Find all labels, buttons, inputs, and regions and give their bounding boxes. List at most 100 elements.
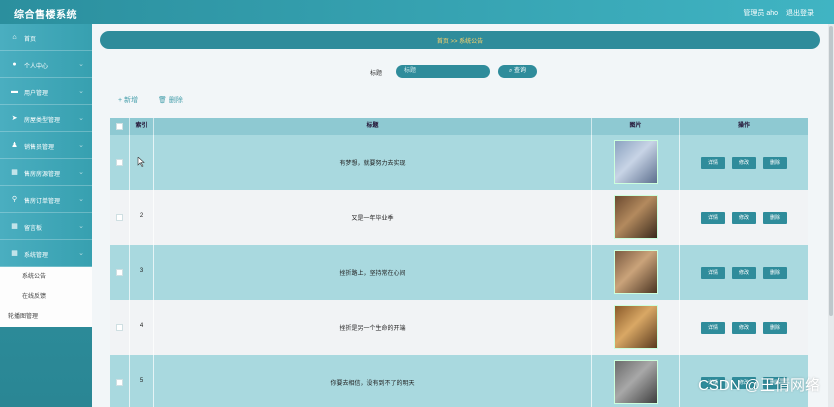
index-cell: 4 — [130, 300, 154, 355]
table-header: 索引 标题 图片 操作 — [110, 118, 808, 135]
watermark-text: CSDN @王倩网络 — [698, 377, 820, 394]
mouse-cursor-icon — [137, 157, 145, 167]
breadcrumb-text: 首页 >> 系统公告 — [436, 39, 484, 45]
column-header-title: 标题 — [154, 118, 592, 135]
sidebar-item-house-types[interactable]: ➤ 房屋类型管理 ⌄ — [0, 105, 92, 132]
detail-button[interactable]: 详情 — [701, 157, 725, 169]
table-row: 3 挫折路上，坚持常在心间 详情 修改 删除 — [110, 245, 808, 300]
search-button[interactable]: ⌕ 查询 — [498, 65, 537, 78]
grid-icon: ▦ — [11, 169, 18, 176]
room-photo — [614, 305, 658, 349]
chevron-down-icon: ⌄ — [78, 88, 84, 95]
row-index: 3 — [139, 268, 144, 274]
app-title: 综合售楼系统 — [14, 10, 77, 21]
sidebar-item-listings[interactable]: ▦ 售房房源管理 ⌄ — [0, 159, 92, 186]
top-navbar: 综合售楼系统 管理员 aho 退出登录 — [0, 0, 834, 24]
index-cell: 2 — [130, 190, 154, 245]
chevron-down-icon: ⌄ — [78, 250, 84, 257]
sidebar-item-label: 售房房源管理 — [24, 172, 61, 178]
detail-button[interactable]: 详情 — [701, 267, 725, 279]
sidebar-item-salespeople[interactable]: ♟ 销售员管理 ⌄ — [0, 132, 92, 159]
row-title: 有梦想，就要努力去实现 — [339, 161, 406, 167]
column-header-image: 图片 — [592, 118, 680, 135]
checkbox-cell — [110, 245, 130, 300]
sidebar-item-label: 房屋类型管理 — [24, 118, 61, 124]
title-cell: 挫折路上，坚持常在心间 — [154, 245, 592, 300]
sidebar-item-label: 用户管理 — [24, 91, 49, 97]
scrollbar-thumb[interactable] — [829, 26, 833, 316]
row-checkbox[interactable] — [116, 324, 123, 331]
chevron-down-icon: ⌄ — [78, 142, 84, 149]
sidebar-item-label: 售房订单管理 — [24, 199, 61, 205]
current-user: 管理员 aho — [743, 10, 778, 17]
delete-button[interactable]: 🗑 删除 — [158, 95, 183, 105]
row-title: 又是一年毕业季 — [351, 216, 394, 222]
sidebar-item-messages[interactable]: ▦ 留言板 ⌄ — [0, 213, 92, 240]
select-all-cell — [110, 118, 130, 135]
pin-icon: ⚲ — [11, 196, 18, 203]
row-checkbox[interactable] — [116, 214, 123, 221]
sidebar-item-orders[interactable]: ⚲ 售房订单管理 ⌄ — [0, 186, 92, 213]
checkbox-cell — [110, 300, 130, 355]
add-button[interactable]: + 新增 — [118, 95, 138, 105]
edit-button[interactable]: 修改 — [732, 322, 756, 334]
image-cell — [592, 355, 680, 407]
title-cell: 又是一年毕业季 — [154, 190, 592, 245]
sidebar-item-label: 个人中心 — [24, 64, 49, 70]
submenu-item-feedback[interactable]: 在线反馈 — [0, 287, 92, 307]
sidebar: ⌂ 首页 ● 个人中心 ⌄ ▬ 用户管理 ⌄ ➤ 房屋类型管理 ⌄ ♟ 销售员管… — [0, 24, 92, 407]
checkbox-cell — [110, 355, 130, 407]
checkbox-cell — [110, 135, 130, 190]
chevron-down-icon: ⌄ — [78, 223, 84, 230]
search-button-label: 查询 — [514, 68, 527, 74]
row-checkbox[interactable] — [116, 379, 123, 386]
chevron-down-icon: ⌄ — [78, 169, 84, 176]
title-cell: 你要去相信，没有到不了的明天 — [154, 355, 592, 407]
detail-button[interactable]: 详情 — [701, 212, 725, 224]
search-label: 标题 — [370, 71, 383, 77]
row-title: 挫折是另一个生命的开端 — [339, 326, 406, 332]
sidebar-item-label: 首页 — [24, 37, 37, 43]
announcement-table: 索引 标题 图片 操作 有梦想，就要努力去实现 详情 修改 删除 2 又是一年毕业季 详情修… — [110, 118, 808, 407]
page-scrollbar[interactable] — [828, 24, 834, 407]
row-checkbox[interactable] — [116, 159, 123, 166]
logout-link[interactable]: 退出登录 — [786, 8, 814, 18]
room-photo — [614, 250, 658, 294]
sidebar-item-home[interactable]: ⌂ 首页 — [0, 24, 92, 51]
search-input[interactable]: 标题 — [396, 65, 490, 78]
edit-button[interactable]: 修改 — [732, 267, 756, 279]
actions-cell: 详情 修改 删除 — [680, 300, 808, 355]
column-header-index: 索引 — [130, 118, 154, 135]
image-cell — [592, 135, 680, 190]
table-row: 2 又是一年毕业季 详情 修改 删除 — [110, 190, 808, 245]
row-checkbox[interactable] — [116, 269, 123, 276]
actions-cell: 详情 修改 删除 — [680, 135, 808, 190]
submenu-item-announcements[interactable]: 系统公告 — [0, 267, 92, 287]
select-all-checkbox[interactable] — [116, 123, 123, 130]
list-icon: ▬ — [11, 88, 18, 95]
sidebar-item-system[interactable]: ▦ 系统管理 ⌄ — [0, 240, 92, 267]
sidebar-item-profile[interactable]: ● 个人中心 ⌄ — [0, 51, 92, 78]
delete-row-button[interactable]: 删除 — [763, 212, 787, 224]
edit-button[interactable]: 修改 — [732, 157, 756, 169]
delete-row-button[interactable]: 删除 — [763, 322, 787, 334]
detail-button[interactable]: 详情 — [701, 322, 725, 334]
row-index: 4 — [139, 323, 144, 329]
row-index: 2 — [139, 213, 144, 219]
breadcrumb: 首页 >> 系统公告 — [100, 31, 820, 49]
table-row: 有梦想，就要努力去实现 详情 修改 删除 — [110, 135, 808, 190]
send-icon: ➤ — [11, 115, 18, 122]
title-cell: 挫折是另一个生命的开端 — [154, 300, 592, 355]
grid-icon: ▦ — [11, 223, 18, 230]
delete-row-button[interactable]: 删除 — [763, 267, 787, 279]
chevron-down-icon: ⌄ — [78, 61, 84, 68]
delete-row-button[interactable]: 删除 — [763, 157, 787, 169]
submenu-item-carousel[interactable]: 轮播图管理 — [0, 307, 92, 327]
delete-button-label: 删除 — [168, 97, 183, 104]
image-cell — [592, 190, 680, 245]
actions-cell: 详情 修改 删除 — [680, 190, 808, 245]
edit-button[interactable]: 修改 — [732, 212, 756, 224]
sidebar-item-users[interactable]: ▬ 用户管理 ⌄ — [0, 78, 92, 105]
row-title: 你要去相信，没有到不了的明天 — [330, 381, 415, 387]
room-photo — [614, 360, 658, 404]
